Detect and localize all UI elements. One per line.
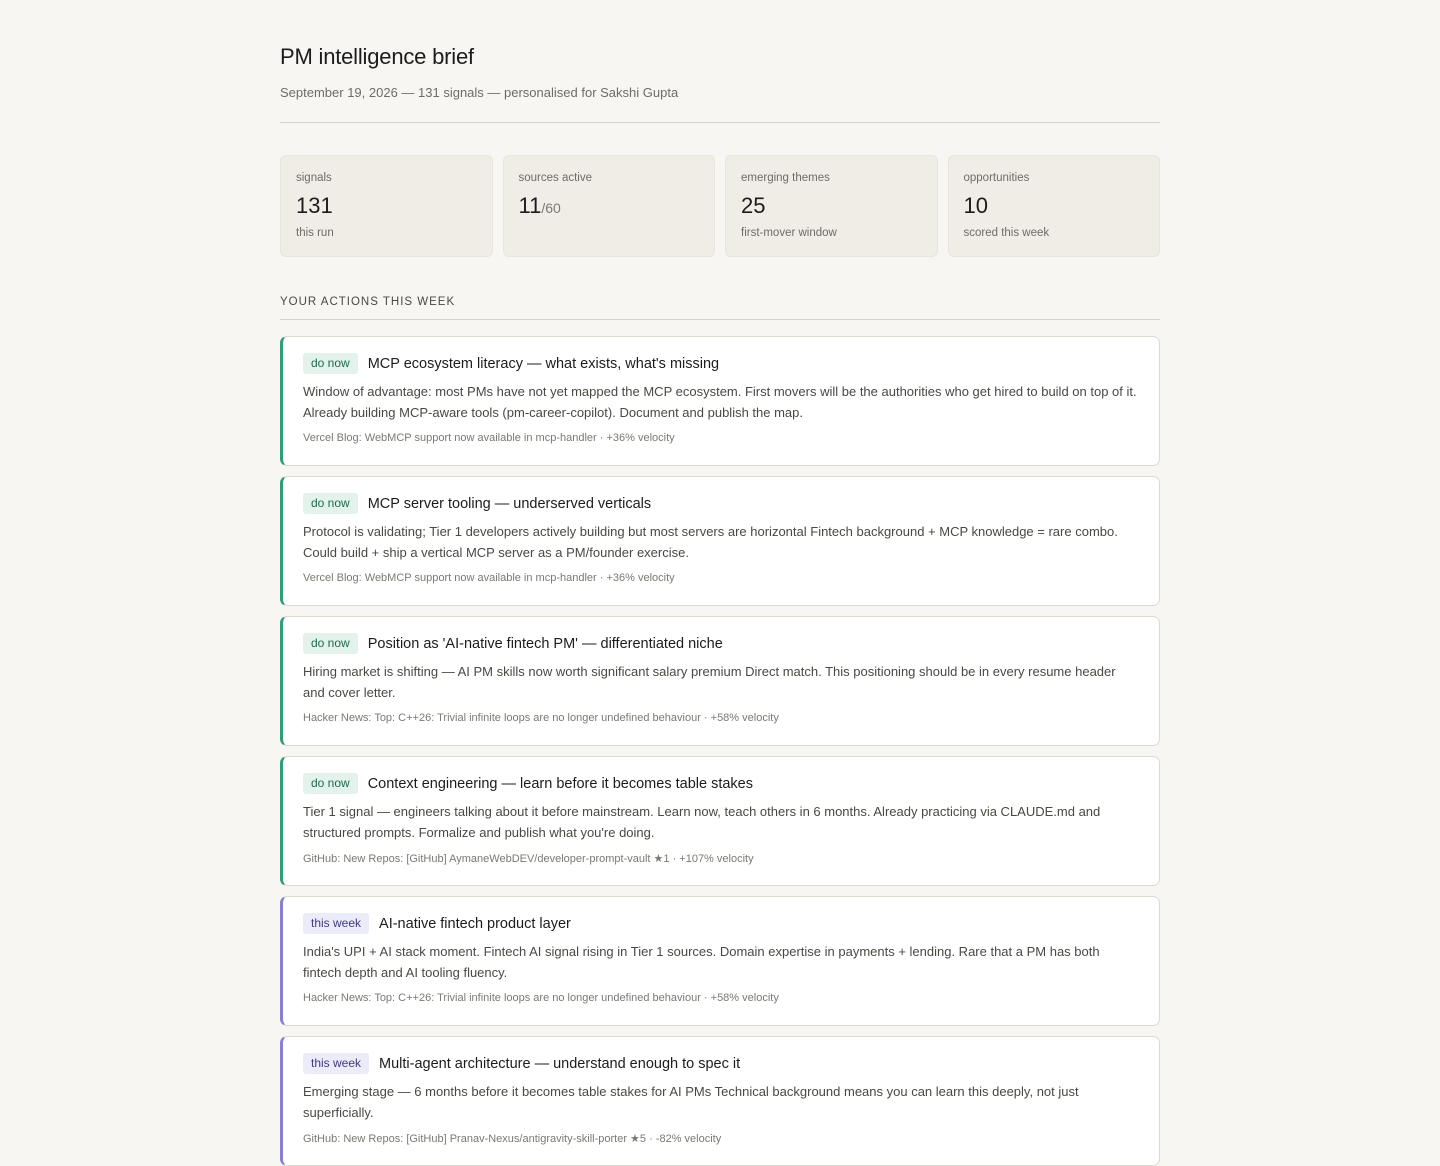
stat-value: 25	[741, 193, 922, 219]
action-description: Emerging stage — 6 months before it beco…	[303, 1084, 1079, 1120]
stat-label: opportunities	[963, 172, 1030, 184]
action-title: AI-native fintech product layer	[379, 915, 571, 932]
priority-badge-do-now: do now	[303, 633, 358, 654]
stat-denominator: /60	[541, 200, 561, 216]
priority-badge-this-week: this week	[303, 913, 370, 934]
header-divider	[280, 122, 1160, 123]
stat-value: 10	[964, 193, 1145, 219]
action-card-header: do now Position as 'AI-native fintech PM…	[303, 633, 1137, 654]
stat-caption: first-mover window	[741, 227, 837, 240]
priority-badge-do-now: do now	[303, 773, 358, 794]
action-description: Protocol is validating; Tier 1 developer…	[303, 524, 1118, 560]
action-description: India's UPI + AI stack moment. Fintech A…	[303, 944, 1100, 980]
action-description: Tier 1 signal — engineers talking about …	[303, 804, 1101, 840]
stat-value: 11/60	[519, 193, 700, 219]
action-card[interactable]: this week Multi-agent architecture — und…	[280, 1036, 1160, 1166]
stat-label: signals	[296, 172, 332, 184]
action-card[interactable]: do now MCP server tooling — underserved …	[280, 476, 1160, 606]
action-source: Hacker News: Top: C++26: Trivial infinit…	[303, 992, 779, 1004]
action-card-header: do now MCP ecosystem literacy — what exi…	[303, 353, 1137, 374]
priority-badge-do-now: do now	[303, 353, 358, 374]
stat-card-sources-active: sources active 11/60	[502, 155, 715, 257]
action-source: GitHub: New Repos: [GitHub] Pranav-Nexus…	[303, 1133, 722, 1145]
stat-number: 25	[741, 193, 766, 218]
action-title: MCP ecosystem literacy — what exists, wh…	[367, 355, 720, 372]
stat-number: 10	[963, 193, 988, 218]
action-source: Vercel Blog: WebMCP support now availabl…	[303, 572, 675, 584]
action-title: Position as 'AI-native fintech PM' — dif…	[367, 635, 723, 652]
stat-label: sources active	[518, 172, 593, 184]
page-subtitle: September 19, 2026 — 131 signals — perso…	[280, 85, 679, 100]
stat-value: 131	[296, 193, 477, 219]
action-description: Hiring market is shifting — AI PM skills…	[303, 664, 1116, 700]
action-source: Hacker News: Top: C++26: Trivial infinit…	[303, 712, 779, 724]
page-title: PM intelligence brief	[280, 44, 474, 69]
action-source: Vercel Blog: WebMCP support now availabl…	[303, 432, 675, 444]
stat-caption: this run	[296, 227, 334, 240]
action-card[interactable]: do now Context engineering — learn befor…	[280, 756, 1160, 886]
action-card[interactable]: this week AI-native fintech product laye…	[280, 896, 1160, 1026]
priority-badge-this-week: this week	[303, 1053, 370, 1074]
stat-caption: scored this week	[963, 227, 1050, 240]
actions-list: do now MCP ecosystem literacy — what exi…	[280, 336, 1160, 1166]
action-card-header: do now MCP server tooling — underserved …	[303, 493, 1137, 514]
stat-card-emerging-themes: emerging themes 25 first-mover window	[725, 155, 938, 257]
stat-card-signals: signals 131 this run	[280, 155, 493, 257]
action-card[interactable]: do now Position as 'AI-native fintech PM…	[280, 616, 1160, 746]
action-title: Multi-agent architecture — understand en…	[379, 1055, 741, 1072]
brief-page: PM intelligence brief September 19, 2026…	[280, 0, 1160, 1166]
action-description: Window of advantage: most PMs have not y…	[303, 384, 1137, 420]
action-title: Context engineering — learn before it be…	[367, 775, 753, 792]
action-card-header: this week AI-native fintech product laye…	[303, 913, 1137, 934]
action-source: GitHub: New Repos: [GitHub] AymaneWebDEV…	[303, 853, 754, 865]
priority-badge-do-now: do now	[303, 493, 358, 514]
stat-number: 131	[296, 193, 333, 218]
stat-label: emerging themes	[741, 172, 830, 184]
stat-card-opportunities: opportunities 10 scored this week	[947, 155, 1160, 257]
actions-section-heading: YOUR ACTIONS THIS WEEK	[280, 296, 456, 308]
section-divider	[280, 319, 1160, 320]
stat-number: 11	[518, 193, 542, 218]
action-card-header: this week Multi-agent architecture — und…	[303, 1053, 1137, 1074]
stats-row: signals 131 this run sources active 11/6…	[280, 155, 1160, 257]
action-card[interactable]: do now MCP ecosystem literacy — what exi…	[280, 336, 1160, 466]
action-card-header: do now Context engineering — learn befor…	[303, 773, 1137, 794]
action-title: MCP server tooling — underserved vertica…	[367, 495, 652, 512]
